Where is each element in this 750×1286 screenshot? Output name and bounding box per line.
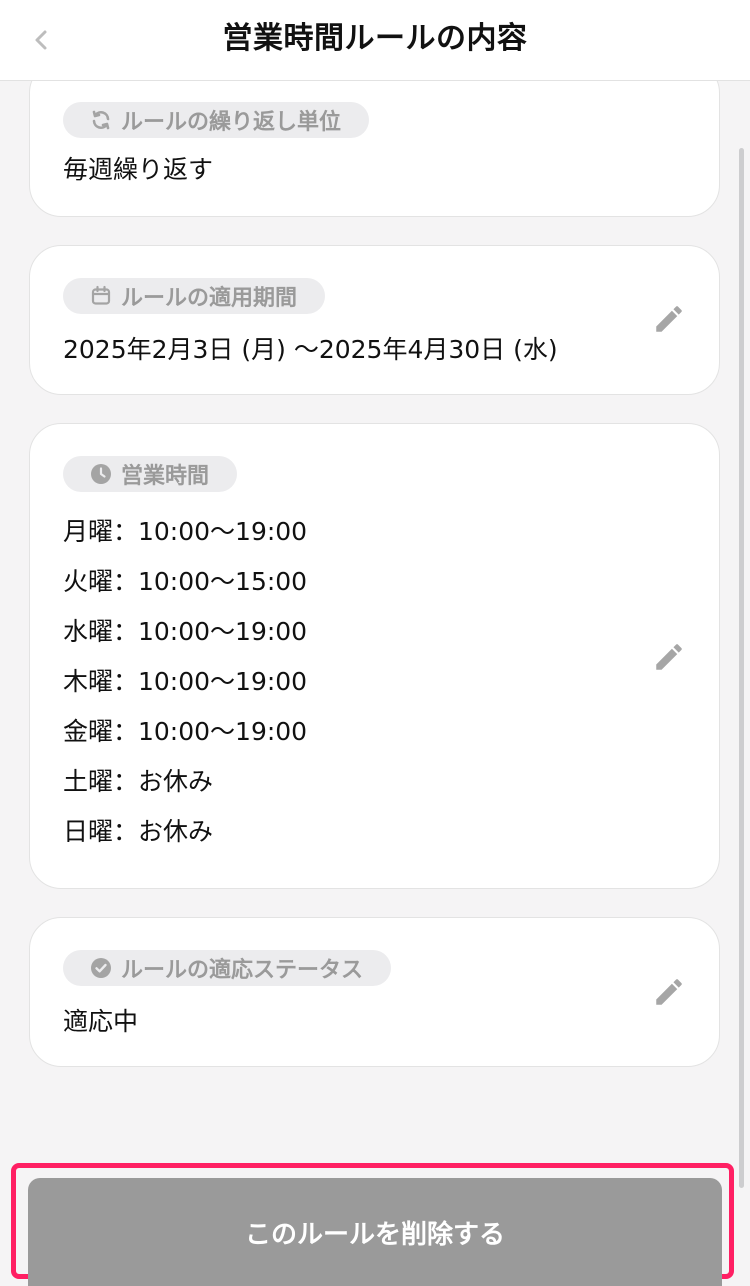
hours-row-tuesday: 火曜：10:00～15:00 bbox=[63, 567, 308, 596]
clock-icon bbox=[89, 462, 113, 486]
status-label: ルールの適応ステータス bbox=[121, 958, 364, 983]
repeat-unit-card: ルールの繰り返し単位 毎週繰り返す bbox=[29, 81, 720, 217]
rule-detail-content[interactable]: ルールの繰り返し単位 毎週繰り返す ルールの適用期間 2025年2月3日 (月)… bbox=[0, 81, 750, 1286]
period-card: ルールの適用期間 2025年2月3日 (月) ～2025年4月30日 (水) bbox=[29, 245, 720, 395]
business-hours-card: 営業時間 月曜：10:00～19:00 火曜：10:00～15:00 水曜：10… bbox=[29, 423, 720, 889]
business-hours-chip: 営業時間 bbox=[63, 456, 238, 492]
business-hours-list: 月曜：10:00～19:00 火曜：10:00～15:00 水曜：10:00～1… bbox=[63, 507, 307, 857]
period-chip: ルールの適用期間 bbox=[63, 278, 326, 314]
repeat-unit-value: 毎週繰り返す bbox=[63, 155, 214, 184]
pencil-icon bbox=[656, 979, 682, 1005]
hours-row-wednesday: 水曜：10:00～19:00 bbox=[63, 617, 308, 646]
pencil-icon bbox=[656, 306, 682, 332]
scrollbar[interactable] bbox=[739, 148, 744, 1188]
hours-row-monday: 月曜：10:00～19:00 bbox=[63, 517, 308, 546]
pencil-icon bbox=[656, 644, 682, 670]
hours-row-saturday: 土曜：お休み bbox=[63, 767, 214, 796]
period-label: ルールの適用期間 bbox=[121, 286, 298, 311]
status-card: ルールの適応ステータス 適応中 bbox=[29, 917, 720, 1067]
repeat-unit-chip: ルールの繰り返し単位 bbox=[63, 102, 370, 138]
refresh-icon bbox=[89, 108, 113, 132]
hours-row-thursday: 木曜：10:00～19:00 bbox=[63, 667, 308, 696]
calendar-icon bbox=[89, 284, 113, 308]
repeat-unit-label: ルールの繰り返し単位 bbox=[121, 110, 342, 135]
status-value: 適応中 bbox=[63, 1007, 139, 1036]
delete-rule-button[interactable]: このルールを削除する bbox=[28, 1178, 722, 1286]
hours-row-sunday: 日曜：お休み bbox=[63, 817, 214, 846]
hours-row-friday: 金曜：10:00～19:00 bbox=[63, 717, 308, 746]
edit-hours-button[interactable] bbox=[649, 637, 689, 677]
period-value: 2025年2月3日 (月) ～2025年4月30日 (水) bbox=[63, 335, 558, 364]
check-circle-icon bbox=[89, 956, 113, 980]
edit-status-button[interactable] bbox=[649, 972, 689, 1012]
header-bar: 営業時間ルールの内容 bbox=[0, 0, 750, 81]
status-chip: ルールの適応ステータス bbox=[63, 950, 392, 986]
edit-period-button[interactable] bbox=[649, 299, 689, 339]
page-title: 営業時間ルールの内容 bbox=[222, 21, 528, 56]
business-hours-label: 営業時間 bbox=[121, 464, 210, 489]
